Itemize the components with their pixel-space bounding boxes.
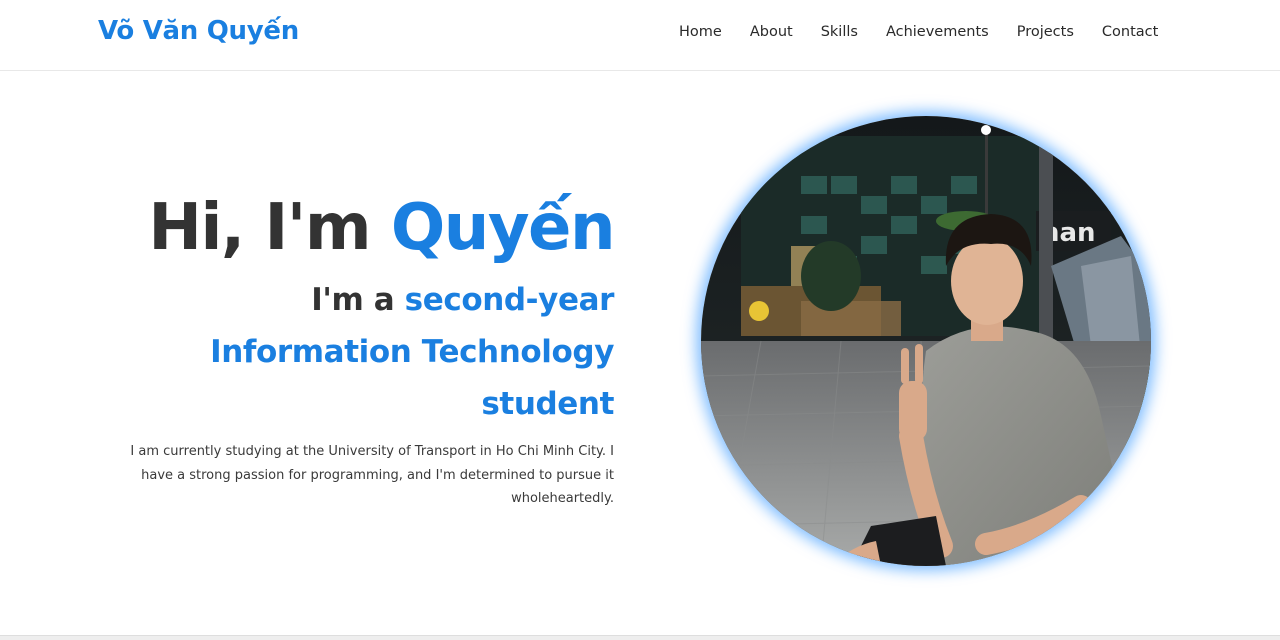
hero-subtitle: I'm a second-year Information Technology…: [96, 274, 614, 430]
hero-greeting-prefix: Hi, I'm: [148, 191, 391, 265]
hero-subtitle-major: Information Technology: [210, 334, 614, 370]
nav-link-home[interactable]: Home: [679, 24, 722, 40]
profile-photo: nan: [701, 116, 1151, 566]
profile-photo-image: nan: [701, 116, 1151, 566]
nav-link-about[interactable]: About: [750, 24, 793, 40]
section-divider: [0, 635, 1280, 640]
hero-subtitle-year: second-year: [404, 282, 615, 318]
hero-intro: Hi, I'm Quyến I'm a second-year Informat…: [96, 188, 616, 511]
nav-menu: Home About Skills Achievements Projects …: [679, 24, 1158, 40]
brand-logo-link[interactable]: Võ Văn Quyến: [98, 16, 299, 46]
hero-heading: Hi, I'm Quyến: [96, 188, 616, 268]
nav-link-projects[interactable]: Projects: [1017, 24, 1074, 40]
nav-link-achievements[interactable]: Achievements: [886, 24, 989, 40]
top-navbar: Võ Văn Quyến Home About Skills Achieveme…: [0, 0, 1280, 71]
nav-link-contact[interactable]: Contact: [1102, 24, 1158, 40]
hero-name: Quyến: [390, 191, 616, 265]
hero-subtitle-prefix: I'm a: [311, 282, 405, 318]
hero-description: I am currently studying at the Universit…: [130, 444, 614, 506]
nav-link-skills[interactable]: Skills: [821, 24, 858, 40]
hero-subtitle-role: student: [481, 386, 614, 422]
